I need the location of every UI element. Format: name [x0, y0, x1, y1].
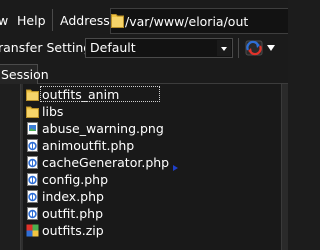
file-name: outfits.zip: [42, 223, 104, 238]
php-file-icon: [27, 173, 38, 186]
file-name: abuse_warning.png: [42, 121, 164, 136]
file-name: config.php: [42, 172, 109, 187]
menu-view[interactable]: w: [0, 13, 8, 29]
scrollbar[interactable]: [281, 84, 288, 250]
zip-archive-icon: [26, 224, 39, 237]
transfer-settings-label: ransfer Settings: [0, 40, 98, 55]
sync-icon[interactable]: [245, 40, 263, 56]
transfer-settings-bar: ransfer Settings Default: [0, 36, 288, 64]
folder-icon: [26, 89, 39, 101]
file-name: animoutfit.php: [42, 138, 135, 153]
file-name: libs: [42, 104, 64, 119]
php-file-icon: [27, 139, 38, 152]
dropdown-button[interactable]: [217, 40, 231, 56]
local-panel[interactable]: [0, 84, 20, 250]
transfer-settings-value: Default: [90, 40, 136, 55]
transfer-settings-select[interactable]: Default: [85, 38, 233, 58]
address-label: Address: [60, 13, 110, 28]
php-file-icon: [27, 190, 38, 203]
folder-icon: [111, 14, 124, 28]
php-file-icon: [27, 207, 38, 220]
png-file-icon: [27, 122, 38, 135]
file-name: index.php: [42, 189, 104, 204]
mouse-cursor-icon: [173, 165, 178, 171]
remote-file-list[interactable]: outfits_anim libs abuse_warning.png animout…: [23, 84, 281, 250]
menu-bar: w Help Address /var/www/eloria/out: [0, 0, 288, 36]
menu-help[interactable]: Help: [17, 13, 46, 29]
address-path[interactable]: /var/www/eloria/out: [125, 14, 248, 30]
tab-session[interactable]: Session: [0, 64, 49, 85]
winscp-window: w Help Address /var/www/eloria/out ransf…: [0, 0, 288, 250]
chevron-down-icon[interactable]: [267, 45, 275, 51]
tab-label: Session: [1, 67, 49, 82]
chevron-down-icon: [221, 47, 227, 51]
php-file-icon: [27, 156, 38, 169]
tab-bar: Session: [0, 64, 288, 85]
file-name: outfit.php: [42, 206, 104, 221]
toolbar-separator: [238, 38, 239, 58]
folder-icon: [26, 106, 39, 118]
focus-rectangle: [40, 86, 160, 102]
toolbar-separator: [52, 9, 53, 31]
file-name: cacheGenerator.php: [42, 155, 170, 170]
